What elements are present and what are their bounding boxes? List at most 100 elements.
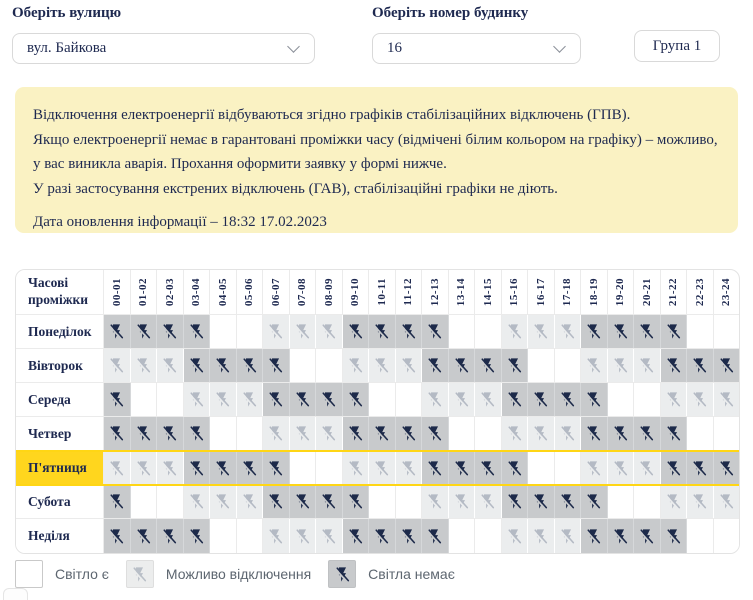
schedule-cell-possible-outage — [554, 417, 581, 450]
flash-off-icon — [321, 528, 336, 544]
flash-off-icon — [136, 460, 150, 476]
schedule-cell-possible-outage — [660, 383, 687, 416]
schedule-cell-possible-outage — [713, 485, 739, 518]
schedule-cell-no-light — [342, 383, 369, 416]
time-slot-label: 09-10 — [349, 277, 362, 307]
day-label: Неділя — [16, 519, 104, 553]
flash-off-icon — [189, 392, 203, 408]
flash-off-icon — [215, 460, 230, 476]
schedule-cell-possible-outage — [130, 349, 157, 382]
flash-off-icon — [189, 324, 203, 340]
flash-off-icon — [613, 358, 627, 374]
legend-label: Світла немає — [368, 566, 455, 582]
schedule-cell-no-light — [422, 417, 449, 450]
schedule-cell-light-on — [713, 519, 739, 553]
schedule-cell-no-light — [130, 417, 157, 450]
day-label: Четвер — [16, 417, 104, 450]
street-select[interactable]: вул. Байкова — [12, 33, 315, 64]
schedule-cell-light-on — [289, 349, 316, 382]
schedule-cell-possible-outage — [183, 383, 210, 416]
schedule-cell-no-light — [263, 383, 290, 416]
flash-off-icon — [162, 358, 177, 374]
schedule-cell-possible-outage — [528, 315, 555, 348]
flash-off-icon — [268, 392, 283, 408]
schedule-cell-no-light — [581, 417, 608, 450]
time-slot-label: 00-01 — [110, 277, 123, 307]
flash-off-icon — [666, 324, 680, 340]
flash-off-icon — [348, 528, 362, 544]
building-select-group: Оберіть номер будинку 16 — [372, 5, 581, 64]
time-slot-header: 14-15 — [475, 270, 502, 314]
schedule-cell-no-light — [501, 383, 528, 416]
schedule-cell-no-light — [422, 452, 449, 484]
schedule-cell-light-on — [130, 485, 157, 518]
schedule-cell-no-light — [342, 417, 369, 450]
time-slot-header: 01-02 — [131, 270, 157, 314]
schedule-cell-possible-outage — [528, 519, 555, 553]
flash-off-icon — [215, 494, 230, 510]
flash-off-icon — [401, 426, 415, 442]
schedule-cell-light-on — [634, 485, 661, 518]
schedule-cell-possible-outage — [501, 315, 528, 348]
flash-off-icon — [719, 358, 733, 374]
schedule-cell-possible-outage — [581, 452, 608, 484]
schedule-cell-possible-outage — [104, 452, 131, 484]
flash-off-icon — [427, 528, 442, 544]
chevron-down-icon — [553, 40, 566, 53]
schedule-cell-possible-outage — [342, 452, 369, 484]
time-slot-header: 18-19 — [581, 270, 608, 314]
flash-off-icon — [639, 460, 654, 476]
schedule-cell-no-light — [263, 349, 290, 382]
flash-off-icon — [374, 358, 389, 374]
schedule-cell-possible-outage — [316, 417, 343, 450]
time-slot-header: 06-07 — [263, 270, 290, 314]
flash-off-icon — [348, 392, 362, 408]
flash-off-icon — [189, 460, 203, 476]
flash-off-icon — [613, 324, 627, 340]
schedule-cell-no-light — [342, 485, 369, 518]
legend-label: Можливо відключення — [165, 566, 312, 582]
flash-off-icon — [348, 324, 362, 340]
schedule-cell-no-light — [713, 452, 739, 484]
legend-item-maybe: Можливо відключення — [125, 560, 312, 588]
flash-off-icon — [401, 460, 415, 476]
time-slot-label: 12-13 — [428, 277, 441, 307]
schedule-cell-light-on — [634, 383, 661, 416]
flash-off-icon — [666, 528, 680, 544]
time-slot-label: 08-09 — [322, 277, 335, 307]
time-slot-header: 13-14 — [449, 270, 475, 314]
time-slot-label: 07-08 — [296, 277, 309, 307]
time-slot-label: 17-18 — [561, 277, 574, 307]
time-slot-header: 04-05 — [210, 270, 237, 314]
flash-off-icon — [295, 494, 309, 510]
time-slot-header: 19-20 — [608, 270, 634, 314]
schedule-cell-light-on — [687, 417, 714, 450]
schedule-cell-possible-outage — [183, 485, 210, 518]
schedule-cell-possible-outage — [501, 417, 528, 450]
flash-off-icon — [454, 358, 468, 374]
schedule-cell-no-light — [607, 519, 634, 553]
schedule-cell-no-light — [660, 315, 687, 348]
flash-off-icon — [507, 494, 521, 510]
flash-off-icon — [666, 426, 680, 442]
schedule-cell-no-light — [104, 485, 131, 518]
schedule-cell-light-on — [713, 417, 739, 450]
schedule-cell-no-light — [130, 315, 157, 348]
schedule-cell-light-on — [475, 519, 502, 553]
schedule-cell-possible-outage — [369, 452, 396, 484]
legend-item-off: Світла немає — [328, 560, 455, 588]
schedule-cell-light-on — [157, 485, 184, 518]
schedule-cell-no-light — [263, 485, 290, 518]
flash-off-icon — [692, 460, 707, 476]
time-slot-label: 20-21 — [640, 277, 653, 307]
schedule-cell-light-on — [157, 383, 184, 416]
schedule-cell-no-light — [422, 315, 449, 348]
group-badge[interactable]: Група 1 — [634, 30, 720, 62]
schedule-cell-light-on — [687, 315, 714, 348]
schedule-cell-possible-outage — [263, 417, 290, 450]
flash-off-icon — [613, 528, 627, 544]
schedule-cell-light-on — [554, 349, 581, 382]
schedule-cell-no-light — [210, 349, 237, 382]
time-slot-label: 13-14 — [455, 277, 468, 307]
building-select[interactable]: 16 — [372, 33, 581, 64]
